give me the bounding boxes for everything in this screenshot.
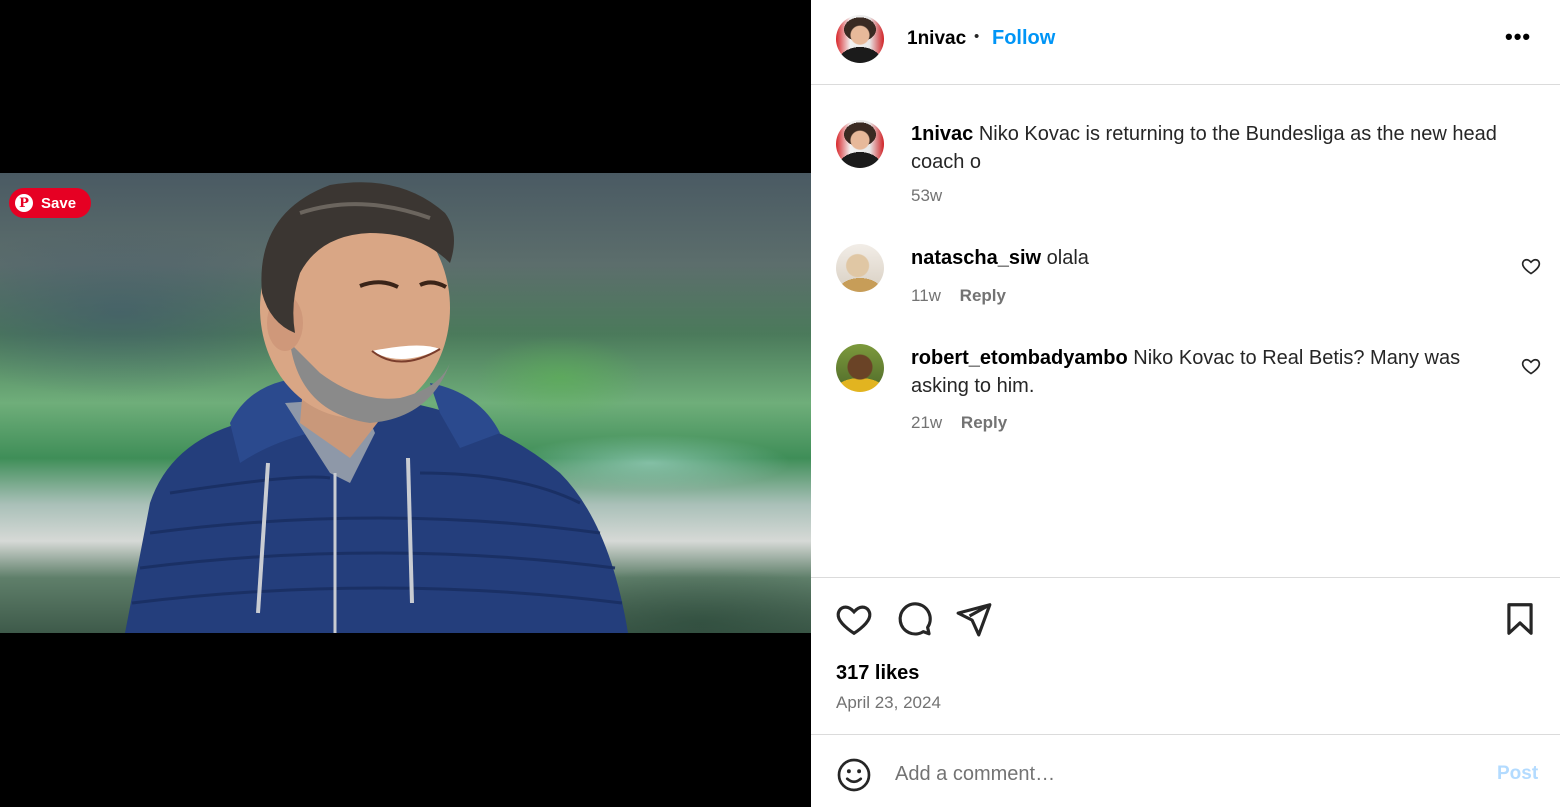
comment-body: robert_etombadyambo Niko Kovac to Real B… xyxy=(911,344,1521,400)
reply-button[interactable]: Reply xyxy=(960,286,1006,305)
more-options-icon[interactable]: ••• xyxy=(1505,24,1531,50)
post-button[interactable]: Post xyxy=(1497,763,1538,785)
comment-meta: 11w Reply xyxy=(911,286,1006,306)
post-header: 1nivac • Follow ••• xyxy=(811,0,1560,85)
caption-author-avatar[interactable] xyxy=(836,120,884,168)
save-label: Save xyxy=(41,194,77,212)
emoji-icon[interactable] xyxy=(836,757,872,793)
author-avatar[interactable] xyxy=(836,15,884,63)
comment-username[interactable]: robert_etombadyambo xyxy=(911,347,1128,369)
caption-body: 1nivac Niko Kovac is returning to the Bu… xyxy=(911,120,1521,176)
post-actions: 317 likes April 23, 2024 xyxy=(811,577,1560,734)
heart-icon[interactable] xyxy=(835,600,873,638)
add-comment-bar: Post xyxy=(811,734,1560,807)
commenter-avatar[interactable] xyxy=(836,244,884,292)
pinterest-icon: P xyxy=(15,194,33,212)
caption-meta: 53w xyxy=(911,186,942,206)
caption-text: Niko Kovac is returning to the Bundeslig… xyxy=(911,123,1497,173)
comment-input[interactable] xyxy=(895,757,1455,791)
comment-icon[interactable] xyxy=(895,600,933,638)
caption-time[interactable]: 53w xyxy=(911,186,942,205)
post-media: P Save xyxy=(0,0,811,807)
post-photo[interactable] xyxy=(0,173,811,633)
pinterest-save-button[interactable]: P Save xyxy=(9,188,91,218)
caption-username[interactable]: 1nivac xyxy=(911,123,973,145)
like-comment-heart-icon[interactable] xyxy=(1521,256,1541,276)
reply-button[interactable]: Reply xyxy=(961,413,1007,432)
comment-body: natascha_siw olala xyxy=(911,244,1521,272)
comment-time[interactable]: 11w xyxy=(911,286,941,305)
commenter-avatar[interactable] xyxy=(836,344,884,392)
author-username[interactable]: 1nivac xyxy=(907,28,966,50)
bookmark-icon[interactable] xyxy=(1501,600,1539,638)
separator-dot: • xyxy=(974,28,980,45)
comment-meta: 21w Reply xyxy=(911,413,1007,433)
likes-count[interactable]: 317 likes xyxy=(836,662,919,685)
comment-username[interactable]: natascha_siw xyxy=(911,247,1041,269)
comment-text: olala xyxy=(1046,247,1089,269)
share-icon[interactable] xyxy=(955,600,993,638)
follow-button[interactable]: Follow xyxy=(992,27,1055,50)
like-comment-heart-icon[interactable] xyxy=(1521,356,1541,376)
post-side-panel: 1nivac • Follow ••• 1nivac Niko Kovac is… xyxy=(811,0,1560,807)
person-illustration xyxy=(125,182,628,633)
comment-time[interactable]: 21w xyxy=(911,413,942,432)
post-date[interactable]: April 23, 2024 xyxy=(836,693,941,713)
